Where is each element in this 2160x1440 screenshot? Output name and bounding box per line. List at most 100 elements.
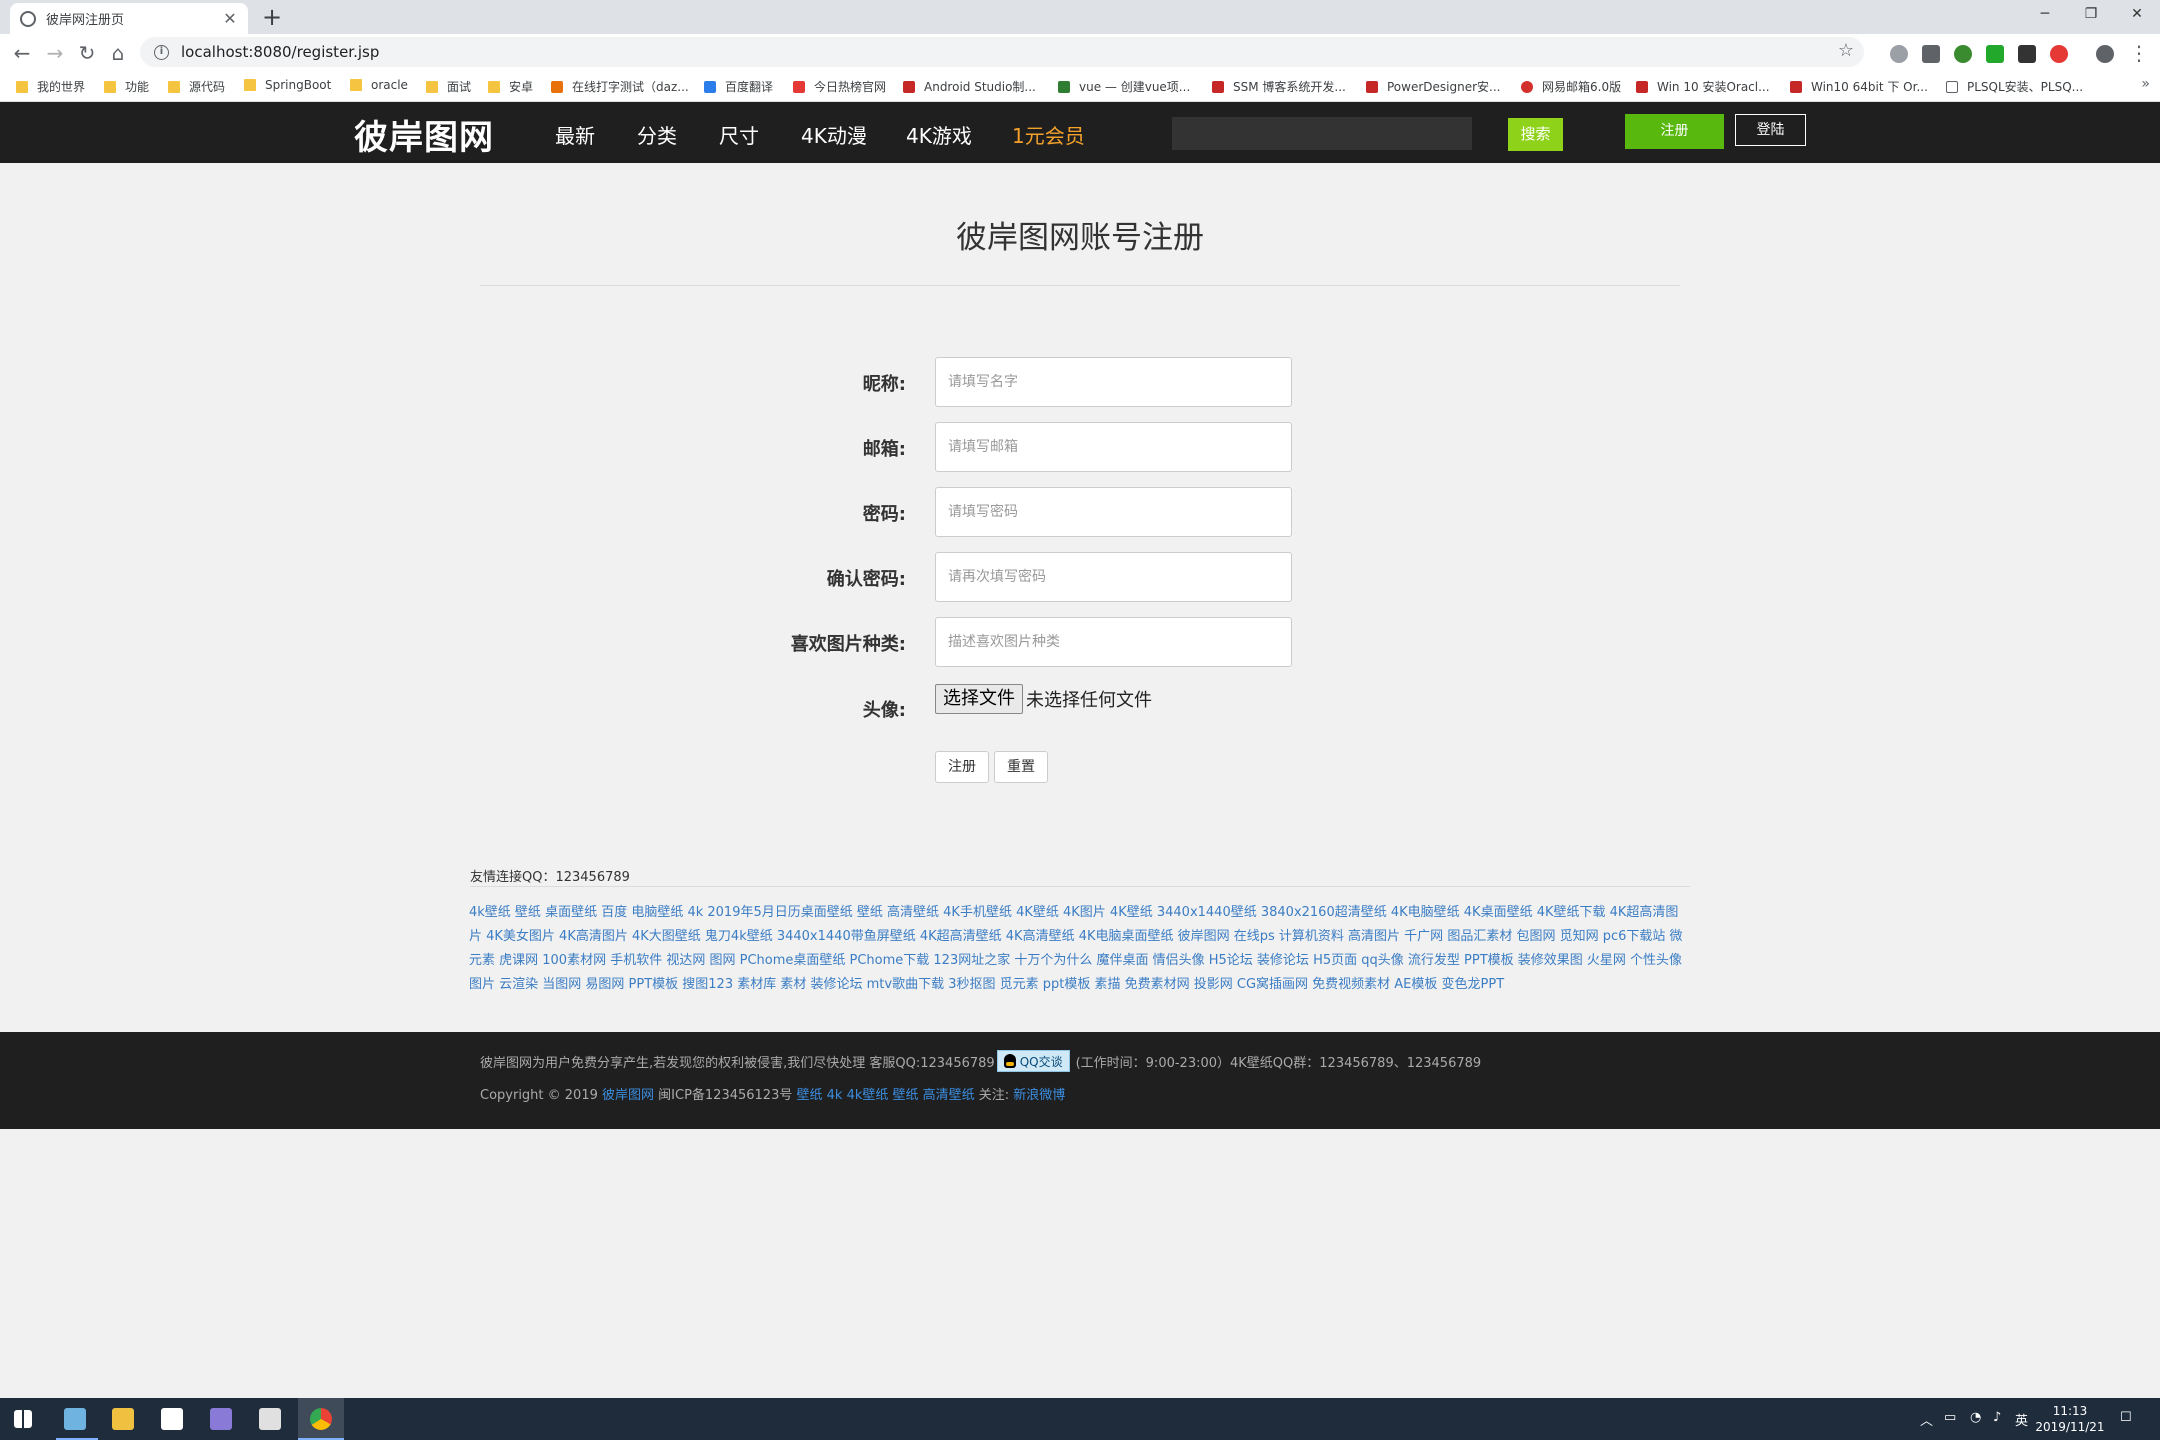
- extension-red-icon[interactable]: [2050, 45, 2068, 63]
- bookmark-item[interactable]: 功能: [104, 78, 149, 95]
- email-input[interactable]: [935, 422, 1292, 472]
- bookmark-item[interactable]: SpringBoot: [244, 78, 331, 92]
- file-status-text: 未选择任何文件: [1026, 690, 1152, 711]
- extension-dark-icon[interactable]: [2018, 45, 2036, 63]
- bookmarks-bar: 我的世界 功能 源代码 SpringBoot oracle 面试 安卓 在线打字…: [0, 71, 2160, 102]
- csdn-icon: [1212, 80, 1224, 93]
- submit-register-button[interactable]: 注册: [935, 751, 989, 783]
- folder-icon: [426, 80, 438, 93]
- extension-globe-icon[interactable]: [1954, 45, 1972, 63]
- header-login-button[interactable]: 登陆: [1735, 114, 1806, 146]
- back-button[interactable]: ←: [7, 38, 37, 68]
- info-icon[interactable]: i: [154, 44, 169, 60]
- tray-up-arrow-icon[interactable]: ︿: [1920, 1410, 1933, 1429]
- site-footer: 彼岸图网为用户免费分享产生,若发现您的权利被侵害,我们尽快处理 客服QQ:123…: [0, 1032, 2160, 1129]
- bookmark-star-icon[interactable]: ☆: [1838, 40, 1854, 61]
- bookmark-item[interactable]: PowerDesigner安...: [1366, 78, 1500, 95]
- nav-4k-games[interactable]: 4K游戏: [906, 120, 972, 149]
- choose-file-button[interactable]: 选择文件: [935, 684, 1023, 714]
- confirm-password-input[interactable]: [935, 552, 1292, 602]
- password-label: 密码:: [862, 504, 906, 525]
- confirm-password-label: 确认密码:: [826, 569, 906, 590]
- restore-button[interactable]: ❐: [2068, 0, 2114, 30]
- bookmark-item[interactable]: SSM 博客系统开发...: [1212, 78, 1346, 95]
- typora-icon[interactable]: [161, 1408, 183, 1430]
- copyright-text: Copyright © 2019: [480, 1088, 603, 1103]
- reload-button[interactable]: ↻: [72, 38, 102, 68]
- java-icon[interactable]: [259, 1408, 281, 1430]
- footer-keyword-links[interactable]: 壁纸 4k 4k壁纸 壁纸 高清壁纸: [797, 1088, 975, 1103]
- reset-button[interactable]: 重置: [994, 751, 1048, 783]
- wifi-icon[interactable]: ◔: [1970, 1410, 1981, 1425]
- forward-button[interactable]: →: [40, 38, 70, 68]
- nav-latest[interactable]: 最新: [555, 120, 595, 149]
- minimize-button[interactable]: ─: [2022, 0, 2068, 30]
- bookmarks-overflow-icon[interactable]: »: [2141, 76, 2150, 92]
- taskbar-clock[interactable]: 11:13 2019/11/21: [2030, 1403, 2110, 1435]
- bookmark-item[interactable]: 网易邮箱6.0版: [1521, 78, 1621, 95]
- page-title: 彼岸图网账号注册: [956, 220, 1204, 256]
- bookmark-item[interactable]: 面试: [426, 78, 471, 95]
- search-button[interactable]: 搜索: [1508, 118, 1563, 151]
- close-window-button[interactable]: ✕: [2114, 0, 2160, 30]
- clock-date: 2019/11/21: [2035, 1420, 2105, 1434]
- qq-chat-button[interactable]: QQ交谈: [996, 1050, 1070, 1072]
- volume-icon[interactable]: ♪: [1993, 1410, 2001, 1425]
- windows-taskbar: ︿ ▭ ◔ ♪ 英 11:13 2019/11/21 ☐: [0, 1398, 2160, 1440]
- extension-shield-icon[interactable]: [1922, 45, 1940, 63]
- csdn-icon: [903, 80, 915, 93]
- menu-kebab-icon[interactable]: ⋮: [2124, 38, 2154, 68]
- browser-tab[interactable]: 彼岸网注册页 ✕: [10, 3, 248, 34]
- file-explorer-icon[interactable]: [112, 1408, 134, 1430]
- password-input[interactable]: [935, 487, 1292, 537]
- windows-start-icon[interactable]: [14, 1410, 32, 1428]
- notepad-icon[interactable]: [64, 1408, 86, 1430]
- home-button[interactable]: ⌂: [103, 38, 133, 68]
- bookmark-item[interactable]: 安卓: [488, 78, 533, 95]
- extension-shield-green-icon[interactable]: [1986, 45, 2004, 63]
- nickname-label: 昵称:: [862, 374, 906, 395]
- nav-vip[interactable]: 1元会员: [1012, 120, 1085, 149]
- ime-indicator[interactable]: 英: [2015, 1410, 2028, 1429]
- site-logo[interactable]: 彼岸图网: [354, 110, 494, 159]
- bookmark-item[interactable]: PLSQL安装、PLSQ...: [1946, 78, 2083, 95]
- bookmark-item[interactable]: 百度翻译: [704, 78, 773, 95]
- profile-avatar-icon[interactable]: [2096, 45, 2114, 63]
- bookmark-item[interactable]: Android Studio制...: [903, 78, 1036, 95]
- folder-icon: [350, 79, 362, 91]
- nav-category[interactable]: 分类: [637, 120, 677, 149]
- bookmark-item[interactable]: vue — 创建vue项...: [1058, 78, 1190, 95]
- keyword-links[interactable]: 4k壁纸 壁纸 桌面壁纸 百度 电脑壁纸 4k 2019年5月日历桌面壁纸 壁纸…: [469, 901, 1691, 997]
- tab-title: 彼岸网注册页: [46, 13, 125, 28]
- bookmark-item[interactable]: Win10 64bit 下 Or...: [1790, 78, 1928, 95]
- address-bar[interactable]: i localhost:8080/register.jsp ☆: [140, 37, 1864, 67]
- nav-4k-anime[interactable]: 4K动漫: [801, 120, 867, 149]
- folder-icon: [16, 80, 28, 93]
- battery-icon[interactable]: ▭: [1944, 1410, 1956, 1425]
- weibo-link[interactable]: 新浪微博: [1013, 1088, 1065, 1103]
- site-search-input[interactable]: [1172, 117, 1472, 150]
- bookmark-item[interactable]: Win 10 安装Oracl...: [1636, 78, 1770, 95]
- chrome-icon[interactable]: [310, 1408, 332, 1430]
- bookmark-item[interactable]: 源代码: [168, 78, 225, 95]
- favorite-category-input[interactable]: [935, 617, 1292, 667]
- bookmark-item[interactable]: 在线打字测试（daz...: [551, 78, 689, 95]
- folder-icon: [104, 80, 116, 93]
- qq-penguin-icon: [1003, 1054, 1016, 1068]
- nickname-input[interactable]: [935, 357, 1292, 407]
- site-icon: [551, 80, 563, 93]
- globe-icon: [20, 10, 36, 27]
- eclipse-icon[interactable]: [210, 1408, 232, 1430]
- close-tab-icon[interactable]: ✕: [222, 9, 238, 28]
- site-header: 彼岸图网 最新 分类 尺寸 4K动漫 4K游戏 1元会员 搜索 注册 登陆: [0, 102, 2160, 163]
- new-tab-button[interactable]: +: [258, 3, 286, 31]
- bookmark-item[interactable]: 今日热榜官网: [793, 78, 886, 95]
- bookmark-item[interactable]: 我的世界: [16, 78, 85, 95]
- footer-site-link[interactable]: 彼岸图网: [602, 1088, 654, 1103]
- folder-icon: [488, 80, 500, 93]
- nav-size[interactable]: 尺寸: [719, 120, 759, 149]
- header-register-button[interactable]: 注册: [1625, 114, 1724, 149]
- extension-icon[interactable]: [1890, 45, 1908, 63]
- notification-icon[interactable]: ☐: [2120, 1410, 2132, 1425]
- bookmark-item[interactable]: oracle: [350, 78, 408, 92]
